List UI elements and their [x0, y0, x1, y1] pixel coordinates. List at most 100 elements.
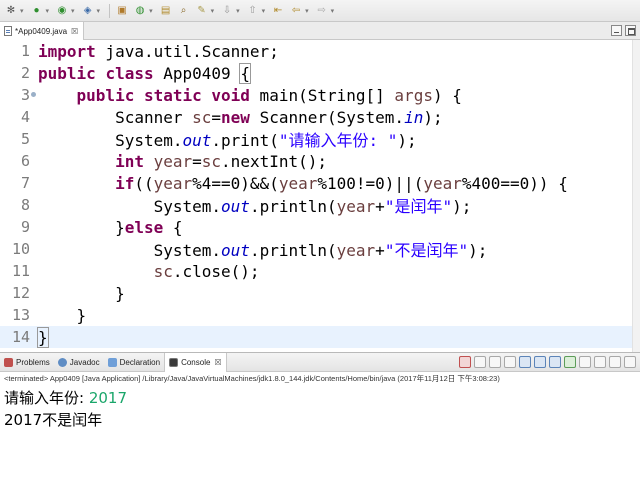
scroll-lock-icon[interactable] [519, 356, 531, 368]
code-line[interactable]: 5 System.out.print("请输入年份: "); [0, 128, 632, 150]
minimize-button[interactable] [611, 25, 622, 36]
chevron-down-icon[interactable]: ▾ [149, 7, 153, 15]
view-maximize-icon[interactable] [624, 356, 636, 368]
token-text: .print( [211, 131, 279, 150]
maximize-button[interactable] [625, 25, 636, 36]
next-annotation-icon[interactable]: ⇩ [219, 3, 235, 19]
back-icon[interactable]: ⇦ [288, 3, 304, 19]
open-console-icon[interactable] [594, 356, 606, 368]
code-text: System.out.print("请输入年份: "); [32, 127, 417, 151]
code-text: public static void main(String[] args) { [32, 86, 462, 105]
new-class-icon[interactable]: ◍ [132, 3, 148, 19]
code-line[interactable]: 8 System.out.println(year+"是闰年"); [0, 194, 632, 216]
token-text: Scanner(System. [249, 107, 405, 127]
prev-annotation-icon[interactable]: ⇧ [245, 3, 261, 19]
code-line-current[interactable]: 14 } [0, 326, 632, 348]
token-text: + [375, 197, 385, 216]
code-line[interactable]: 12 } [0, 282, 632, 304]
token-text: System. [115, 131, 183, 150]
tab-label: Javadoc [69, 357, 100, 367]
code-line[interactable]: 3 public static void main(String[] args)… [0, 84, 632, 106]
fold-marker-icon[interactable] [31, 92, 36, 97]
open-type-icon[interactable]: ▤ [158, 3, 174, 19]
token-text: } [115, 217, 125, 237]
token-keyword: public static void [76, 85, 250, 105]
view-minimize-icon[interactable] [609, 356, 621, 368]
token-variable: year [423, 173, 462, 193]
external-tools-icon[interactable]: ◉ [54, 3, 70, 19]
chevron-down-icon[interactable]: ▾ [305, 7, 309, 15]
chevron-down-icon[interactable]: ▾ [211, 7, 215, 15]
token-keyword: import [38, 41, 96, 61]
chevron-down-icon[interactable]: ▾ [331, 7, 335, 15]
code-line[interactable]: 10 System.out.println(year+"不是闰年"); [0, 238, 632, 260]
clear-console-icon[interactable] [504, 356, 516, 368]
code-line[interactable]: 2 public class App0409 { [0, 62, 632, 84]
close-icon[interactable]: ☒ [71, 27, 78, 36]
token-text: + [375, 241, 385, 260]
chevron-down-icon[interactable]: ▾ [71, 7, 75, 15]
console-icon [169, 357, 179, 367]
tab-problems[interactable]: Problems [0, 353, 54, 372]
new-java-project-icon[interactable]: ▣ [114, 3, 130, 19]
problems-icon [4, 357, 13, 367]
console-status-line: <terminated> App0409 [Java Application] … [0, 372, 640, 385]
token-string: "请输入年份: " [278, 131, 398, 150]
code-line[interactable]: 6 int year=sc.nextInt(); [0, 150, 632, 172]
chevron-down-icon[interactable]: ▾ [20, 7, 24, 15]
token-text: java.util.Scanner; [95, 41, 279, 61]
chevron-down-icon[interactable]: ▾ [46, 7, 50, 15]
run-icon[interactable]: ● [29, 3, 45, 19]
token-variable: args [394, 85, 433, 105]
last-edit-icon[interactable]: ⇤ [270, 3, 286, 19]
line-number: 4 [20, 108, 30, 126]
remove-all-icon[interactable] [489, 356, 501, 368]
text-caret [47, 329, 49, 347]
token-string: "是闰年" [384, 197, 453, 216]
code-line[interactable]: 1 import java.util.Scanner; [0, 40, 632, 62]
code-text: Scanner sc=new Scanner(System.in); [32, 108, 443, 127]
main-toolbar: ✻ ▾ ● ▾ ◉ ▾ ◈ ▾ ▣ ◍ ▾ ▤ ⌕ ✎ ▾ ⇩ ▾ ⇧ ▾ ⇤ ⇦ ▾ ⇨ ▾ [0, 0, 640, 22]
token-text: .println( [249, 197, 337, 216]
pin-console-icon[interactable] [564, 356, 576, 368]
line-number: 2 [20, 64, 30, 82]
console-output[interactable]: 请输入年份: 2017 2017不是闰年 [0, 385, 640, 488]
code-text: public class App0409 { [32, 62, 251, 84]
token-field: out [221, 197, 250, 216]
editor-tab-app0409[interactable]: *App0409.java ☒ [0, 22, 84, 40]
tab-declaration[interactable]: Declaration [104, 353, 164, 372]
token-text: %400==0)) { [461, 173, 568, 193]
code-line[interactable]: 9 }else { [0, 216, 632, 238]
search-icon[interactable]: ⌕ [176, 3, 192, 19]
terminate-icon[interactable] [459, 356, 471, 368]
code-editor[interactable]: 1 import java.util.Scanner; 2 public cla… [0, 40, 640, 352]
token-variable: sc [201, 151, 222, 171]
token-text: .nextInt(); [221, 151, 328, 171]
line-number: 13 [11, 306, 30, 324]
word-wrap-icon[interactable] [534, 356, 546, 368]
console-toolbar [456, 356, 636, 368]
close-icon[interactable]: ☒ [214, 358, 221, 367]
chevron-down-icon[interactable]: ▾ [262, 7, 266, 15]
token-text: Scanner [115, 107, 193, 127]
code-line[interactable]: 11 sc.close(); [0, 260, 632, 282]
chevron-down-icon[interactable]: ▾ [97, 7, 101, 15]
tab-console[interactable]: Console ☒ [164, 352, 227, 372]
code-text: } [32, 284, 125, 303]
show-on-output-icon[interactable] [549, 356, 561, 368]
token-text: ); [468, 241, 488, 260]
highlight-icon[interactable]: ✎ [194, 3, 210, 19]
debug-icon[interactable]: ✻ [3, 3, 19, 19]
code-line[interactable]: 4 Scanner sc=new Scanner(System.in); [0, 106, 632, 128]
chevron-down-icon[interactable]: ▾ [236, 7, 240, 15]
forward-icon[interactable]: ⇨ [314, 3, 330, 19]
code-line[interactable]: 7 if((year%4==0)&&(year%100!=0)||(year%4… [0, 172, 632, 194]
token-text: App0409 [153, 63, 241, 83]
tab-javadoc[interactable]: Javadoc [54, 353, 104, 372]
remove-launch-icon[interactable] [474, 356, 486, 368]
display-console-icon[interactable] [579, 356, 591, 368]
token-text: %100!=0)||( [317, 173, 424, 193]
code-line[interactable]: 13 } [0, 304, 632, 326]
token-text: ); [397, 131, 417, 150]
coverage-icon[interactable]: ◈ [80, 3, 96, 19]
